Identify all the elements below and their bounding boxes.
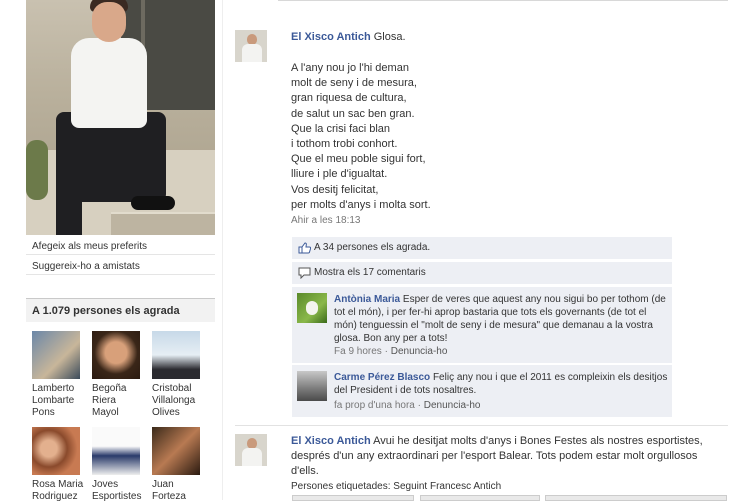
comment: Carme Pérez Blasco Feliç any nou i que e… bbox=[292, 365, 672, 417]
poem-line: de salut un sac ben gran. bbox=[291, 107, 415, 120]
comment-author-link[interactable]: Carme Pérez Blasco bbox=[334, 372, 430, 383]
comment-body: Antònia Maria Esper de veres que aquest … bbox=[334, 293, 668, 345]
photo-strip[interactable] bbox=[545, 495, 727, 501]
friend-name[interactable]: Lamberto Lombarte Pons bbox=[32, 383, 84, 419]
tagged-people[interactable]: Persones etiquetades: Seguint Francesc A… bbox=[291, 481, 501, 492]
friend-avatar[interactable] bbox=[32, 427, 80, 475]
post-body: El Xisco Antich Avui he desitjat molts d… bbox=[291, 434, 721, 479]
friend-item[interactable]: Begoña Riera Mayol bbox=[92, 331, 144, 419]
friend-item[interactable]: Juan Forteza bbox=[152, 427, 204, 503]
top-divider bbox=[278, 0, 728, 1]
likes-row: A 34 persones els agrada. bbox=[292, 237, 672, 260]
post-author-link[interactable]: El Xisco Antich bbox=[291, 435, 371, 447]
poem-line: Que la crisi faci blan bbox=[291, 122, 391, 135]
likes-count-link[interactable]: A 34 persones els agrada. bbox=[292, 237, 430, 259]
friend-avatar[interactable] bbox=[92, 331, 140, 379]
separator-dot: · bbox=[384, 346, 388, 357]
poem-line: Vos desitj felicitat, bbox=[291, 183, 379, 196]
poem-line: per molts d'anys i molta sort. bbox=[291, 198, 431, 211]
poem-line: gran riquesa de cultura, bbox=[291, 92, 407, 105]
photo-strip[interactable] bbox=[420, 495, 540, 501]
comment-author-link[interactable]: Antònia Maria bbox=[334, 294, 400, 305]
add-to-favorites-link[interactable]: Afegeix als meus preferits bbox=[26, 238, 215, 255]
post-author-avatar[interactable] bbox=[235, 434, 267, 466]
friend-item[interactable]: Cristobal Villalonga Olives bbox=[152, 331, 204, 419]
commenter-avatar[interactable] bbox=[297, 293, 327, 323]
separator-dot: · bbox=[417, 400, 421, 411]
friend-name[interactable]: Joves Esportistes bbox=[92, 479, 144, 503]
post-title: Glosa. bbox=[373, 31, 406, 43]
post-body: A l'any nou jo l'hi deman molt de seny i… bbox=[291, 61, 631, 213]
comment-meta: fa prop d'una hora · Denuncia-ho bbox=[334, 400, 480, 411]
comment-body: Carme Pérez Blasco Feliç any nou i que e… bbox=[334, 371, 668, 397]
poem-line: molt de seny i de mesura, bbox=[291, 77, 417, 90]
post-timestamp[interactable]: Ahir a les 18:13 bbox=[291, 215, 361, 226]
likes-box-title[interactable]: A 1.079 persones els agrada bbox=[26, 298, 215, 322]
friend-name[interactable]: Rosa Maria Rodriguez bbox=[32, 479, 84, 503]
poem-line: A l'any nou jo l'hi deman bbox=[291, 62, 409, 74]
friend-avatar[interactable] bbox=[152, 331, 200, 379]
friend-name[interactable]: Begoña Riera Mayol bbox=[92, 383, 144, 419]
friend-avatar[interactable] bbox=[92, 427, 140, 475]
comment-meta: Fa 9 hores · Denuncia-ho bbox=[334, 346, 447, 357]
poem-line: i tothom trobi conhort. bbox=[291, 138, 398, 151]
photo-strip[interactable] bbox=[292, 495, 414, 501]
suggest-to-friends-link[interactable]: Suggereix-ho a amistats bbox=[26, 258, 215, 275]
friend-item[interactable]: Joves Esportistes bbox=[92, 427, 144, 503]
poem-line: Que el meu poble sigui fort, bbox=[291, 153, 426, 166]
show-comments-link[interactable]: Mostra els 17 comentaris bbox=[292, 262, 426, 284]
report-link[interactable]: Denuncia-ho bbox=[391, 346, 448, 357]
friend-avatar[interactable] bbox=[32, 331, 80, 379]
post-header: El Xisco Antich Glosa. bbox=[291, 31, 406, 43]
post-separator bbox=[235, 425, 728, 426]
report-link[interactable]: Denuncia-ho bbox=[424, 400, 481, 411]
friend-item[interactable]: Lamberto Lombarte Pons bbox=[32, 331, 84, 419]
comment-timestamp[interactable]: Fa 9 hores bbox=[334, 346, 382, 357]
friend-item[interactable]: Rosa Maria Rodriguez bbox=[32, 427, 84, 503]
friend-name[interactable]: Cristobal Villalonga Olives bbox=[152, 383, 204, 419]
friend-avatar[interactable] bbox=[152, 427, 200, 475]
poem-line: lliure i ple d'igualtat. bbox=[291, 168, 388, 181]
comment: Antònia Maria Esper de veres que aquest … bbox=[292, 287, 672, 363]
commenter-avatar[interactable] bbox=[297, 371, 327, 401]
profile-photo[interactable] bbox=[26, 0, 215, 235]
comment-timestamp[interactable]: fa prop d'una hora bbox=[334, 400, 415, 411]
post-author-avatar[interactable] bbox=[235, 30, 267, 62]
column-divider bbox=[222, 0, 223, 500]
show-comments-row[interactable]: Mostra els 17 comentaris bbox=[292, 262, 672, 285]
post-author-link[interactable]: El Xisco Antich bbox=[291, 31, 371, 43]
friend-name[interactable]: Juan Forteza bbox=[152, 479, 204, 503]
